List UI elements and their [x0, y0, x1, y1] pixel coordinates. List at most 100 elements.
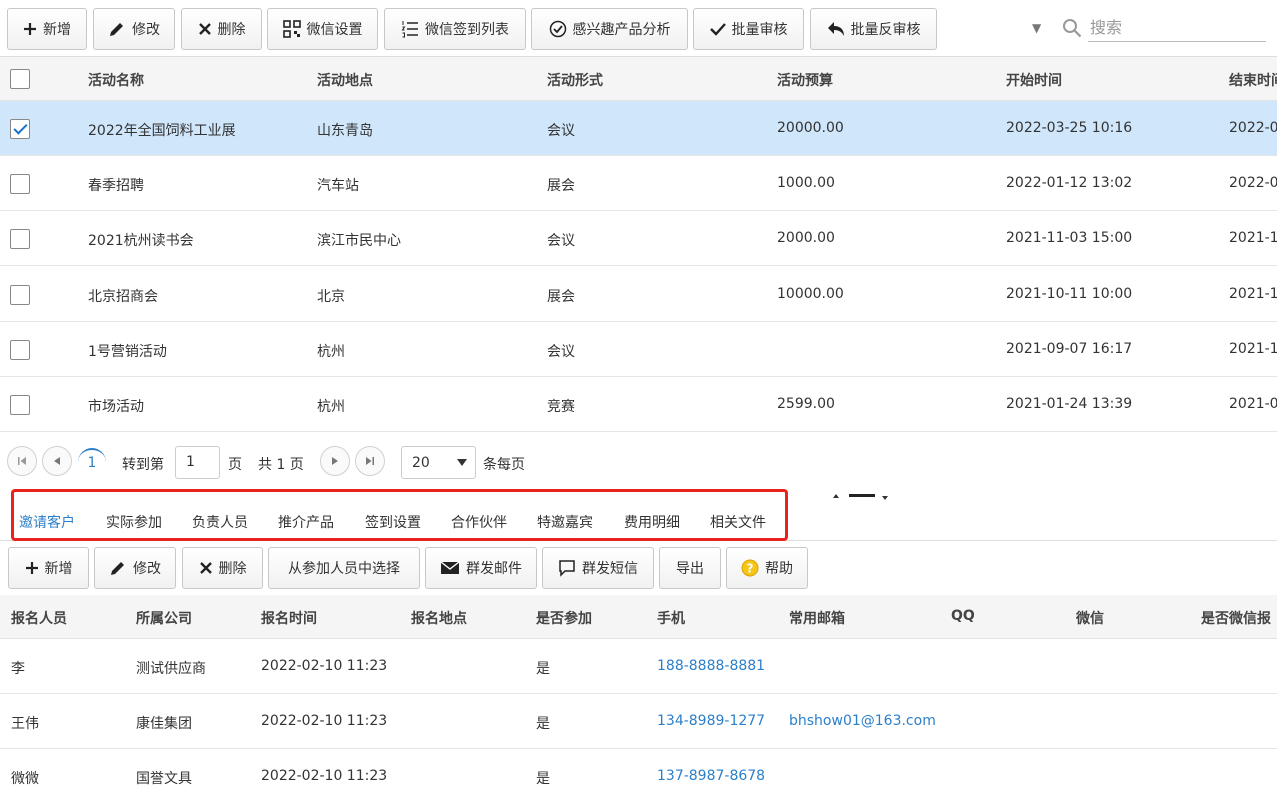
mass-sms-button[interactable]: 群发短信 — [542, 547, 654, 589]
cell-start: 2022-01-12 13:02 — [1006, 175, 1133, 191]
add-button[interactable]: 新增 — [7, 8, 87, 50]
mass-sms-label: 群发短信 — [582, 561, 638, 577]
cell-start: 2021-09-07 16:17 — [1006, 341, 1133, 357]
close-icon — [199, 562, 212, 574]
delete-button[interactable]: 删除 — [181, 8, 262, 50]
row-checkbox[interactable] — [10, 285, 30, 305]
pencil-icon — [111, 562, 124, 575]
cell-company: 测试供应商 — [136, 661, 206, 677]
table-row[interactable]: 2022年全国饲料工业展 山东青岛 会议 20000.00 2022-03-25… — [0, 101, 1277, 156]
select-from-participants-label: 从参加人员中选择 — [288, 561, 400, 577]
column-header-company[interactable]: 所属公司 — [136, 608, 192, 628]
select-from-participants-button[interactable]: 从参加人员中选择 — [268, 547, 420, 589]
first-page-button[interactable] — [7, 446, 37, 476]
row-checkbox[interactable] — [10, 229, 30, 249]
batch-approve-button[interactable]: 批量审核 — [693, 8, 804, 50]
goto-page-input[interactable]: 1 — [175, 446, 220, 479]
next-page-icon — [332, 457, 338, 465]
prev-page-button[interactable] — [42, 446, 72, 476]
cell-start: 2022-03-25 10:16 — [1006, 120, 1133, 136]
cell-place: 杭州 — [317, 344, 345, 360]
next-page-button[interactable] — [320, 446, 350, 476]
page-size-select[interactable]: 20 — [401, 446, 476, 479]
batch-approve-label: 批量审核 — [731, 22, 788, 38]
cell-person: 李 — [11, 661, 25, 677]
cell-phone-link[interactable]: 188-8888-8881 — [657, 658, 765, 674]
batch-unapprove-button[interactable]: 批量反审核 — [810, 8, 937, 50]
main-toolbar: 新增 修改 删除 微信设置 微信签到列表 感兴趣产品分析 批量审核 批量反审核 … — [0, 0, 1277, 57]
table-row[interactable]: 1号营销活动 杭州 会议 2021-09-07 16:17 2021-10 — [0, 322, 1277, 377]
cell-register-time: 2022-02-10 11:23 — [261, 713, 388, 729]
activity-grid-header: 活动名称 活动地点 活动形式 活动预算 开始时间 结束时间 — [0, 57, 1277, 101]
mass-email-label: 群发邮件 — [466, 561, 522, 577]
search-input[interactable] — [1088, 14, 1266, 42]
column-header-end[interactable]: 结束时间 — [1229, 70, 1277, 90]
last-page-icon — [366, 457, 374, 465]
column-header-person[interactable]: 报名人员 — [11, 608, 67, 628]
column-header-register-place[interactable]: 报名地点 — [411, 608, 467, 628]
column-header-wechat[interactable]: 微信 — [1076, 608, 1104, 628]
detail-delete-button[interactable]: 删除 — [182, 547, 263, 589]
column-header-qq[interactable]: QQ — [951, 608, 975, 624]
chat-bubble-icon — [559, 560, 575, 577]
column-header-register-time[interactable]: 报名时间 — [261, 608, 317, 628]
table-row[interactable]: 微微 国誉文具 2022-02-10 11:23 是 137-8987-8678 — [0, 749, 1277, 804]
cell-phone-link[interactable]: 134-8989-1277 — [657, 713, 765, 729]
cell-form: 展会 — [547, 289, 575, 305]
batch-unapprove-label: 批量反审核 — [850, 22, 921, 38]
table-row[interactable]: 春季招聘 汽车站 展会 1000.00 2022-01-12 13:02 202… — [0, 156, 1277, 211]
table-row[interactable]: 市场活动 杭州 竞赛 2599.00 2021-01-24 13:39 2021… — [0, 377, 1277, 432]
last-page-button[interactable] — [355, 446, 385, 476]
current-page-number[interactable]: 1 — [78, 448, 106, 476]
check-circle-icon — [549, 20, 566, 38]
interest-analysis-button[interactable]: 感兴趣产品分析 — [531, 8, 688, 50]
cell-email-link[interactable]: bhshow01@163.com — [789, 713, 936, 729]
edit-button[interactable]: 修改 — [93, 8, 175, 50]
row-checkbox[interactable] — [10, 340, 30, 360]
wechat-checkin-list-button[interactable]: 微信签到列表 — [384, 8, 526, 50]
table-row[interactable]: 北京招商会 北京 展会 10000.00 2021-10-11 10:00 20… — [0, 267, 1277, 322]
table-row[interactable]: 李 测试供应商 2022-02-10 11:23 是 188-8888-8881 — [0, 639, 1277, 694]
column-header-wechat-register[interactable]: 是否微信报 — [1201, 608, 1271, 628]
row-checkbox[interactable] — [10, 395, 30, 415]
table-row[interactable]: 王伟 康佳集团 2022-02-10 11:23 是 134-8989-1277… — [0, 694, 1277, 749]
column-header-phone[interactable]: 手机 — [657, 608, 685, 628]
add-button-label: 新增 — [43, 22, 71, 38]
detail-toolbar: 新增 修改 删除 从参加人员中选择 群发邮件 群发短信 导出 ? 帮助 — [0, 541, 1277, 595]
column-header-budget[interactable]: 活动预算 — [777, 70, 833, 90]
per-page-label: 条每页 — [483, 457, 525, 473]
cell-end: 2021-10 — [1229, 341, 1277, 357]
cell-company: 康佳集团 — [136, 716, 192, 732]
row-checkbox[interactable] — [10, 119, 30, 139]
detail-edit-button[interactable]: 修改 — [94, 547, 176, 589]
delete-button-label: 删除 — [217, 22, 246, 38]
column-header-form[interactable]: 活动形式 — [547, 70, 603, 90]
table-row[interactable]: 2021杭州读书会 滨江市民中心 会议 2000.00 2021-11-03 1… — [0, 211, 1277, 266]
cell-budget: 20000.00 — [777, 120, 844, 136]
column-header-place[interactable]: 活动地点 — [317, 70, 373, 90]
select-all-checkbox[interactable] — [10, 69, 30, 89]
detail-add-button[interactable]: 新增 — [8, 547, 89, 589]
panel-splitter-handle[interactable] — [832, 490, 892, 500]
wechat-settings-button[interactable]: 微信设置 — [267, 8, 378, 50]
column-header-attend[interactable]: 是否参加 — [536, 608, 592, 628]
cell-name: 2021杭州读书会 — [88, 233, 194, 249]
column-header-start[interactable]: 开始时间 — [1006, 70, 1062, 90]
search-icon[interactable] — [1062, 18, 1082, 38]
cell-place: 北京 — [317, 289, 345, 305]
cell-name: 市场活动 — [88, 399, 144, 415]
caret-down-icon[interactable]: ▼ — [1032, 21, 1041, 35]
column-header-email[interactable]: 常用邮箱 — [789, 608, 845, 628]
detail-add-label: 新增 — [44, 561, 73, 577]
help-button[interactable]: ? 帮助 — [726, 547, 808, 589]
mass-email-button[interactable]: 群发邮件 — [425, 547, 537, 589]
row-checkbox[interactable] — [10, 174, 30, 194]
column-header-name[interactable]: 活动名称 — [88, 70, 144, 90]
export-button[interactable]: 导出 — [659, 547, 721, 589]
cell-phone-link[interactable]: 137-8987-8678 — [657, 768, 765, 784]
cell-company: 国誉文具 — [136, 771, 192, 787]
close-icon — [198, 23, 211, 35]
cell-name: 北京招商会 — [88, 289, 158, 305]
pagination-bar: 1 转到第 1 页 共 1 页 20 条每页 — [0, 443, 700, 483]
cell-register-time: 2022-02-10 11:23 — [261, 768, 388, 784]
